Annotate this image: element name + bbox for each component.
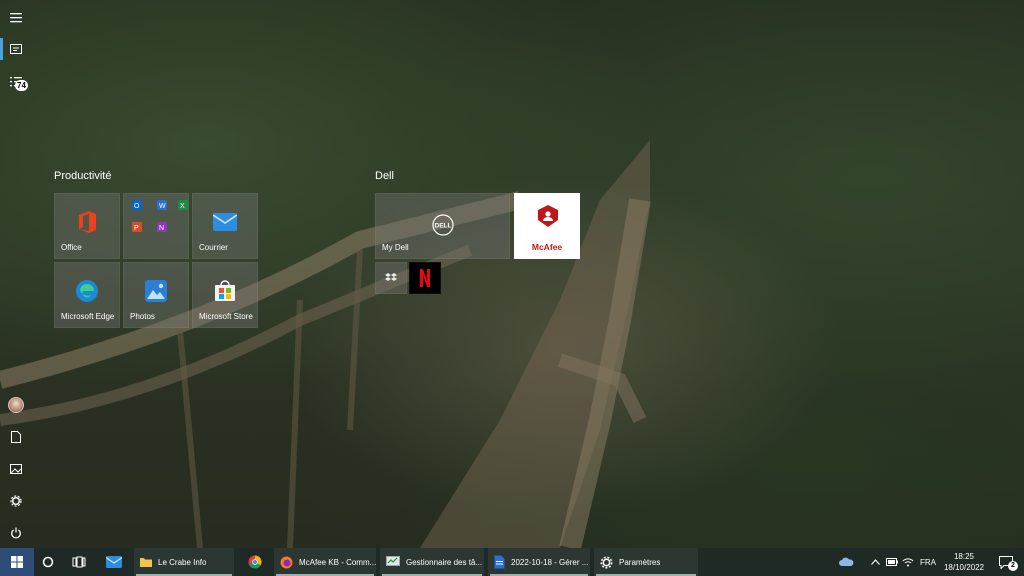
- taskbar: Le Crabe Info McAfee KB - Comm... Gestio…: [0, 548, 1024, 576]
- firefox-icon: [280, 556, 293, 568]
- documents-button[interactable]: [0, 421, 32, 453]
- folder-icon: [140, 558, 152, 567]
- avatar: [8, 397, 24, 413]
- task-manager-icon: [386, 556, 400, 566]
- hamburger-icon: [10, 13, 22, 23]
- expand-menu-button[interactable]: [0, 2, 32, 34]
- power-button[interactable]: [0, 517, 32, 549]
- gear-icon: [10, 495, 22, 507]
- wifi-tray-button[interactable]: [900, 548, 916, 576]
- tile-mail[interactable]: Courrier: [192, 193, 258, 259]
- clock-date: 18/10/2022: [943, 563, 985, 572]
- pictures-button[interactable]: [0, 453, 32, 485]
- office-apps-icons: O W X P N: [132, 200, 188, 232]
- cortana-circle-icon: [42, 556, 54, 568]
- tile-my-dell[interactable]: DELL My Dell: [375, 193, 510, 259]
- tile-mcafee[interactable]: McAfee: [514, 193, 580, 259]
- tile-label: Photos: [130, 312, 155, 321]
- windows-logo-icon: [11, 556, 23, 568]
- office-icon: [79, 211, 96, 234]
- start-left-rail: 74: [0, 0, 32, 548]
- task-view-button[interactable]: [64, 548, 94, 576]
- notifications-badge: 74: [15, 80, 28, 91]
- gear-icon: [600, 556, 613, 568]
- start-button[interactable]: [0, 548, 34, 576]
- all-apps-button[interactable]: 74: [0, 66, 32, 98]
- svg-text:DELL: DELL: [434, 222, 451, 229]
- clock-time: 18:25: [953, 552, 975, 561]
- taskbar-mail[interactable]: [98, 548, 130, 576]
- language-indicator[interactable]: FRA: [918, 548, 938, 576]
- user-account-button[interactable]: [0, 389, 32, 421]
- wifi-icon: [902, 558, 914, 567]
- picture-icon: [10, 464, 22, 474]
- taskbar-app-task-manager[interactable]: Gestionnaire des tâ...: [380, 548, 484, 576]
- battery-tray-button[interactable]: [884, 548, 900, 576]
- store-icon: [215, 280, 235, 302]
- taskbar-app-firefox[interactable]: McAfee KB - Comm...: [274, 548, 376, 576]
- tile-netflix[interactable]: [409, 262, 441, 294]
- dropbox-icon: [385, 273, 397, 281]
- group-title-productivity[interactable]: Productivité: [54, 170, 111, 182]
- document-icon: [11, 431, 21, 443]
- tile-office-apps-folder[interactable]: O W X P N: [123, 193, 189, 259]
- mail-icon: [106, 556, 122, 568]
- tile-label: Microsoft Edge: [61, 312, 115, 321]
- tile-label: My Dell: [382, 243, 409, 252]
- taskbar-app-explorer[interactable]: Le Crabe Info: [134, 548, 234, 576]
- show-hidden-icons-button[interactable]: [868, 548, 882, 576]
- tile-photos[interactable]: Photos: [123, 262, 189, 328]
- group-title-dell[interactable]: Dell: [375, 170, 394, 182]
- pinned-tiles-button[interactable]: [0, 33, 32, 65]
- cortana-button[interactable]: [34, 548, 62, 576]
- tile-label: Microsoft Store: [199, 312, 253, 321]
- dell-logo-icon: DELL: [431, 214, 454, 236]
- action-center-button[interactable]: 2: [994, 548, 1018, 576]
- svg-text:X: X: [180, 203, 185, 210]
- mail-icon: [213, 213, 237, 232]
- onedrive-tray-button[interactable]: [834, 548, 858, 576]
- mcafee-wordmark: McAfee: [531, 242, 563, 252]
- taskbar-app-settings[interactable]: Paramètres: [594, 548, 698, 576]
- document-icon: [494, 555, 505, 569]
- svg-text:O: O: [134, 203, 140, 210]
- svg-text:W: W: [159, 203, 166, 210]
- notification-count-badge: 2: [1008, 561, 1018, 571]
- chrome-icon: [248, 555, 262, 569]
- svg-text:N: N: [159, 225, 164, 232]
- tile-office[interactable]: Office: [54, 193, 120, 259]
- tile-label: Courrier: [199, 243, 228, 252]
- cloud-icon: [839, 557, 854, 566]
- tile-label: Office: [61, 243, 82, 252]
- tile-store[interactable]: Microsoft Store: [192, 262, 258, 328]
- mcafee-shield-icon: [538, 205, 558, 227]
- tiles-icon: [10, 44, 22, 54]
- netflix-icon: [420, 269, 430, 287]
- settings-button[interactable]: [0, 485, 32, 517]
- tile-edge[interactable]: Microsoft Edge: [54, 262, 120, 328]
- power-icon: [11, 527, 21, 539]
- chevron-up-icon: [870, 559, 880, 565]
- svg-text:P: P: [134, 225, 139, 232]
- tile-dropbox[interactable]: [375, 262, 407, 294]
- photos-icon: [145, 280, 167, 303]
- taskbar-app-document[interactable]: 2022-10-18 - Gérer ...: [488, 548, 590, 576]
- taskbar-chrome[interactable]: [240, 548, 270, 576]
- clock[interactable]: 18:25 18/10/2022: [940, 551, 988, 573]
- task-view-icon: [72, 556, 86, 568]
- battery-icon: [886, 558, 898, 566]
- edge-icon: [76, 280, 98, 303]
